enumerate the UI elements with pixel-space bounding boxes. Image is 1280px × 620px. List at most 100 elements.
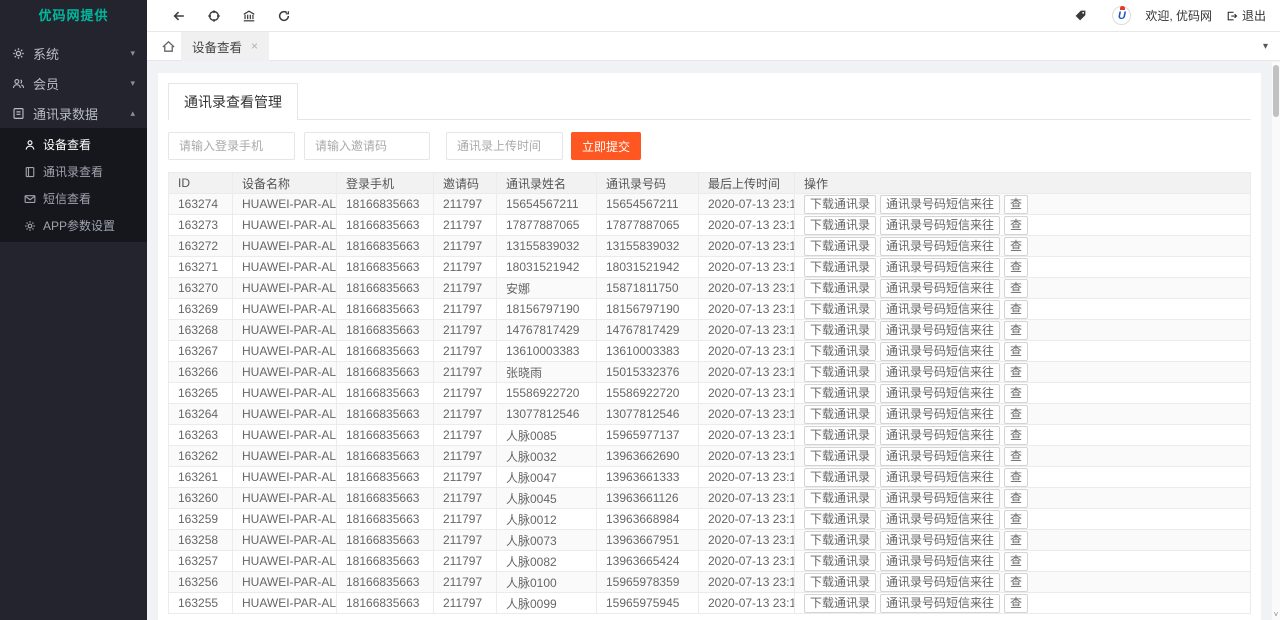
sidebar-item-contacts-view[interactable]: 通讯录查看 bbox=[0, 158, 147, 185]
table-cell: 211797 bbox=[434, 404, 497, 425]
vertical-scrollbar[interactable]: ˅ bbox=[1272, 62, 1280, 620]
sidebar-item-system[interactable]: 系统 ▾ bbox=[0, 38, 147, 68]
sidebar-item-members[interactable]: 会员 ▾ bbox=[0, 68, 147, 98]
chevron-down-icon[interactable]: ▾ bbox=[1263, 41, 1268, 52]
download-contacts-button[interactable]: 下载通讯录 bbox=[804, 447, 876, 466]
view-button[interactable]: 查 bbox=[1004, 237, 1028, 256]
gear-icon bbox=[12, 47, 25, 60]
download-contacts-button[interactable]: 下载通讯录 bbox=[804, 237, 876, 256]
contacts-sms-button[interactable]: 通讯录号码短信来往 bbox=[880, 573, 1000, 592]
contacts-sms-button[interactable]: 通讯录号码短信来往 bbox=[880, 426, 1000, 445]
download-contacts-button[interactable]: 下载通讯录 bbox=[804, 258, 876, 277]
sidebar-item-contacts-data[interactable]: 通讯录数据 ▴ bbox=[0, 98, 147, 128]
view-button[interactable]: 查 bbox=[1004, 405, 1028, 424]
row-actions-cell: 下载通讯录通讯录号码短信来往查 bbox=[795, 362, 1251, 383]
contacts-sms-button[interactable]: 通讯录号码短信来往 bbox=[880, 531, 1000, 550]
view-button[interactable]: 查 bbox=[1004, 573, 1028, 592]
download-contacts-button[interactable]: 下载通讯录 bbox=[804, 468, 876, 487]
download-contacts-button[interactable]: 下载通讯录 bbox=[804, 300, 876, 319]
download-contacts-button[interactable]: 下载通讯录 bbox=[804, 384, 876, 403]
table-cell: 18166835663 bbox=[337, 467, 434, 488]
view-button[interactable]: 查 bbox=[1004, 363, 1028, 382]
download-contacts-button[interactable]: 下载通讯录 bbox=[804, 552, 876, 571]
view-button[interactable]: 查 bbox=[1004, 426, 1028, 445]
download-contacts-button[interactable]: 下载通讯录 bbox=[804, 321, 876, 340]
refresh-icon[interactable] bbox=[266, 0, 301, 32]
table-cell: 2020-07-13 23:13:32 bbox=[699, 362, 795, 383]
home-icon[interactable] bbox=[155, 39, 181, 54]
download-contacts-button[interactable]: 下载通讯录 bbox=[804, 279, 876, 298]
sidebar-item-app-settings[interactable]: APP参数设置 bbox=[0, 212, 147, 239]
avatar[interactable]: U bbox=[1112, 6, 1131, 25]
view-button[interactable]: 查 bbox=[1004, 552, 1028, 571]
download-contacts-button[interactable]: 下载通讯录 bbox=[804, 594, 876, 613]
logout-button[interactable]: 退出 bbox=[1226, 7, 1266, 24]
contacts-sms-button[interactable]: 通讯录号码短信来往 bbox=[880, 510, 1000, 529]
contacts-sms-button[interactable]: 通讯录号码短信来往 bbox=[880, 279, 1000, 298]
view-button[interactable]: 查 bbox=[1004, 468, 1028, 487]
table-cell: 211797 bbox=[434, 320, 497, 341]
clear-cache-icon[interactable] bbox=[231, 0, 266, 32]
tab-device-view[interactable]: 设备查看 × bbox=[181, 32, 269, 61]
download-contacts-button[interactable]: 下载通讯录 bbox=[804, 531, 876, 550]
table-cell: 18166835663 bbox=[337, 509, 434, 530]
download-contacts-button[interactable]: 下载通讯录 bbox=[804, 489, 876, 508]
sidebar-item-sms-view[interactable]: 短信查看 bbox=[0, 185, 147, 212]
view-button[interactable]: 查 bbox=[1004, 489, 1028, 508]
table-cell: 18166835663 bbox=[337, 299, 434, 320]
tag-icon[interactable] bbox=[1063, 0, 1098, 32]
view-button[interactable]: 查 bbox=[1004, 216, 1028, 235]
table-cell: 2020-07-13 23:13:32 bbox=[699, 572, 795, 593]
download-contacts-button[interactable]: 下载通讯录 bbox=[804, 342, 876, 361]
contacts-sms-button[interactable]: 通讯录号码短信来往 bbox=[880, 258, 1000, 277]
view-button[interactable]: 查 bbox=[1004, 531, 1028, 550]
contacts-sms-button[interactable]: 通讯录号码短信来往 bbox=[880, 195, 1000, 214]
invite-code-input[interactable] bbox=[304, 132, 430, 160]
contacts-sms-button[interactable]: 通讯录号码短信来往 bbox=[880, 216, 1000, 235]
table-cell: 211797 bbox=[434, 194, 497, 215]
tab-contacts-view-manage[interactable]: 通讯录查看管理 bbox=[168, 83, 298, 120]
view-button[interactable]: 查 bbox=[1004, 384, 1028, 403]
contacts-sms-button[interactable]: 通讯录号码短信来往 bbox=[880, 321, 1000, 340]
table-cell: 17877887065 bbox=[497, 215, 597, 236]
crosshair-icon[interactable] bbox=[196, 0, 231, 32]
download-contacts-button[interactable]: 下载通讯录 bbox=[804, 216, 876, 235]
close-icon[interactable]: × bbox=[251, 39, 258, 53]
scrollbar-thumb[interactable] bbox=[1273, 65, 1279, 117]
contacts-sms-button[interactable]: 通讯录号码短信来往 bbox=[880, 300, 1000, 319]
contacts-sms-button[interactable]: 通讯录号码短信来往 bbox=[880, 363, 1000, 382]
download-contacts-button[interactable]: 下载通讯录 bbox=[804, 510, 876, 529]
row-actions-cell: 下载通讯录通讯录号码短信来往查 bbox=[795, 278, 1251, 299]
submit-button[interactable]: 立即提交 bbox=[571, 132, 641, 160]
view-button[interactable]: 查 bbox=[1004, 321, 1028, 340]
contacts-sms-button[interactable]: 通讯录号码短信来往 bbox=[880, 237, 1000, 256]
view-button[interactable]: 查 bbox=[1004, 594, 1028, 613]
view-button[interactable]: 查 bbox=[1004, 447, 1028, 466]
contacts-sms-button[interactable]: 通讯录号码短信来往 bbox=[880, 342, 1000, 361]
view-button[interactable]: 查 bbox=[1004, 258, 1028, 277]
download-contacts-button[interactable]: 下载通讯录 bbox=[804, 405, 876, 424]
download-contacts-button[interactable]: 下载通讯录 bbox=[804, 573, 876, 592]
contacts-sms-button[interactable]: 通讯录号码短信来往 bbox=[880, 594, 1000, 613]
view-button[interactable]: 查 bbox=[1004, 510, 1028, 529]
view-button[interactable]: 查 bbox=[1004, 300, 1028, 319]
contacts-sms-button[interactable]: 通讯录号码短信来往 bbox=[880, 447, 1000, 466]
download-contacts-button[interactable]: 下载通讯录 bbox=[804, 426, 876, 445]
back-icon[interactable] bbox=[161, 0, 196, 32]
upload-time-input[interactable] bbox=[446, 132, 563, 160]
sidebar-item-device-view[interactable]: 设备查看 bbox=[0, 131, 147, 158]
view-button[interactable]: 查 bbox=[1004, 279, 1028, 298]
contacts-sms-button[interactable]: 通讯录号码短信来往 bbox=[880, 384, 1000, 403]
scrollbar-down-arrow[interactable]: ˅ bbox=[1272, 610, 1280, 619]
download-contacts-button[interactable]: 下载通讯录 bbox=[804, 363, 876, 382]
contacts-sms-button[interactable]: 通讯录号码短信来往 bbox=[880, 405, 1000, 424]
table-cell: 人脉0085 bbox=[497, 425, 597, 446]
contacts-sms-button[interactable]: 通讯录号码短信来往 bbox=[880, 552, 1000, 571]
table-cell: 18166835663 bbox=[337, 593, 434, 614]
download-contacts-button[interactable]: 下载通讯录 bbox=[804, 195, 876, 214]
login-phone-input[interactable] bbox=[168, 132, 295, 160]
contacts-sms-button[interactable]: 通讯录号码短信来往 bbox=[880, 489, 1000, 508]
contacts-sms-button[interactable]: 通讯录号码短信来往 bbox=[880, 468, 1000, 487]
view-button[interactable]: 查 bbox=[1004, 195, 1028, 214]
view-button[interactable]: 查 bbox=[1004, 342, 1028, 361]
